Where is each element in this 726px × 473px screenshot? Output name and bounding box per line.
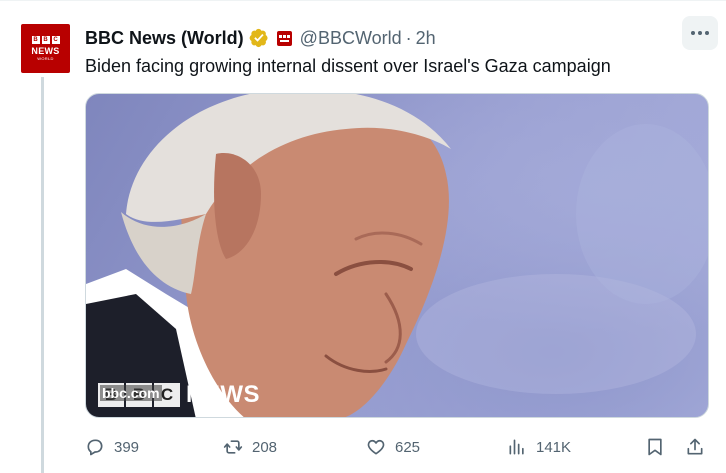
timestamp[interactable]: 2h: [416, 28, 436, 49]
avatar-news-text: NEWS: [31, 46, 60, 56]
retweet-count: 208: [252, 438, 278, 456]
bookmark-button[interactable]: [645, 434, 665, 460]
reply-count: 399: [114, 438, 140, 456]
like-button[interactable]: 625: [366, 434, 420, 460]
reply-icon: [87, 439, 103, 456]
like-icon: [367, 439, 385, 455]
thread-line: [41, 77, 44, 473]
avatar-logo-blocks: B B C: [31, 36, 60, 44]
bookmark-icon: [648, 438, 662, 456]
avatar-block: C: [51, 36, 60, 44]
avatar[interactable]: B B C NEWS WORLD: [21, 24, 70, 73]
reply-button[interactable]: 399: [85, 434, 139, 460]
handle[interactable]: @BBCWorld: [300, 28, 402, 49]
watermark-news: NEWS: [186, 381, 260, 408]
share-icon: [687, 438, 703, 455]
verified-icon[interactable]: [249, 28, 269, 48]
views-icon: [509, 439, 524, 455]
views-button[interactable]: 141K: [507, 434, 571, 460]
more-button[interactable]: [682, 16, 718, 50]
affiliate-badge-icon[interactable]: [276, 30, 292, 46]
more-icon: [691, 31, 695, 35]
like-count: 625: [395, 438, 421, 456]
tweet-actions: 399 208 625 141K: [85, 434, 713, 460]
tweet-header: BBC News (World) @BBCWorld · 2h: [85, 26, 436, 50]
watermark-url: bbc.com: [100, 385, 162, 401]
avatar-world-text: WORLD: [37, 56, 54, 61]
avatar-block: B: [31, 36, 40, 44]
bbc-watermark: B B C bbc.com NEWS: [98, 381, 260, 409]
tweet-text: Biden facing growing internal dissent ov…: [85, 56, 611, 76]
display-name[interactable]: BBC News (World): [85, 28, 244, 49]
tweet-media[interactable]: B B C bbc.com NEWS: [85, 93, 709, 418]
views-count: 141K: [536, 438, 572, 456]
share-button[interactable]: [685, 434, 705, 460]
avatar-block: B: [41, 36, 50, 44]
retweet-button[interactable]: 208: [223, 434, 277, 460]
retweet-icon: [223, 440, 243, 454]
media-photo: [86, 94, 708, 417]
separator-dot: ·: [405, 27, 412, 48]
top-divider: [0, 0, 726, 1]
